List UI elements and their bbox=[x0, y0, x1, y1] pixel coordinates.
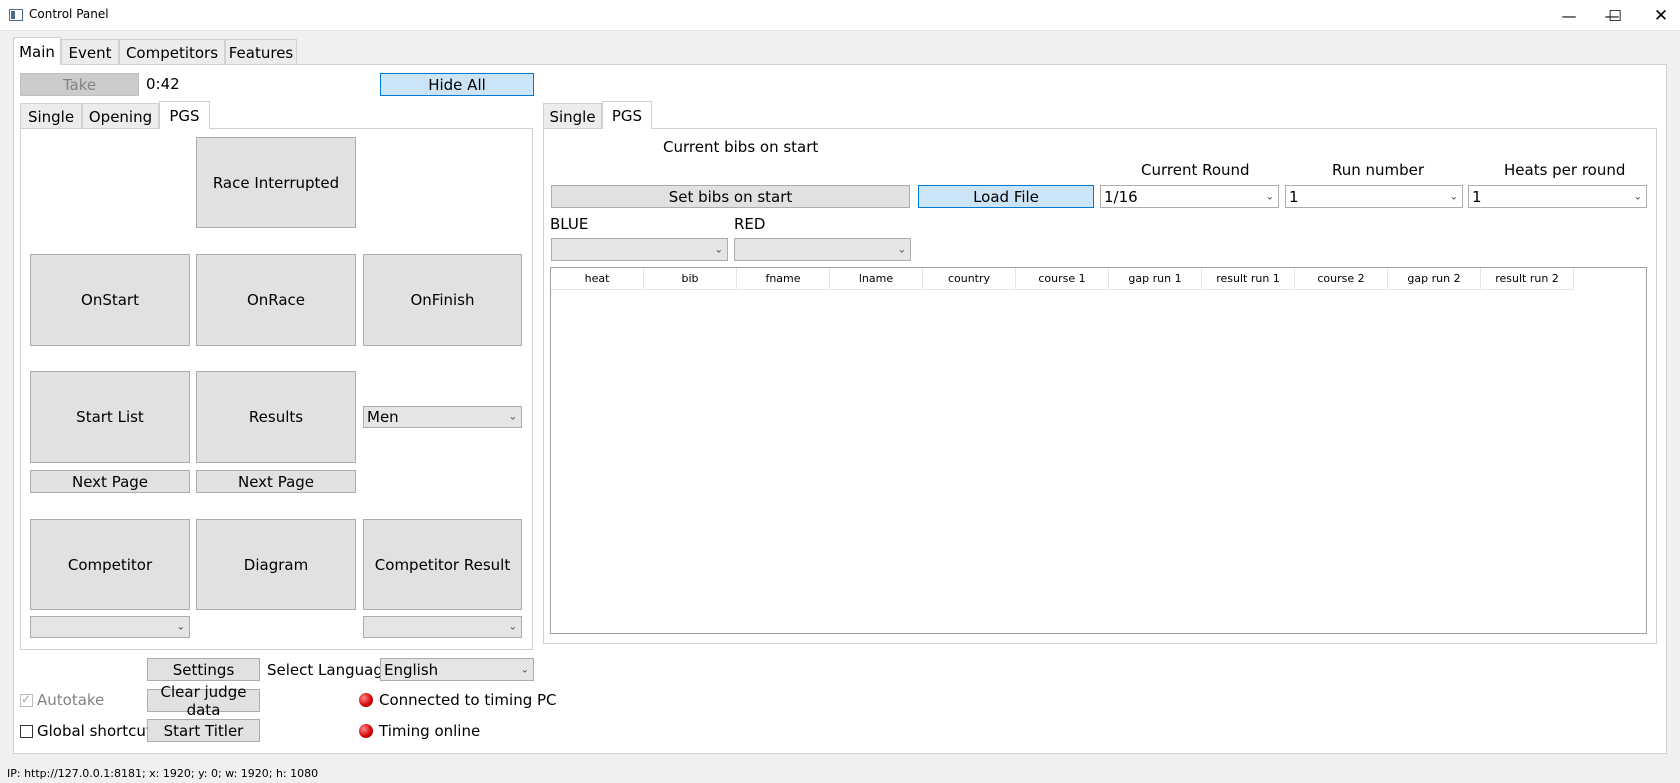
competitors-table[interactable]: heat bib fname lname country course 1 ga… bbox=[550, 267, 1647, 634]
timing-online-status-indicator bbox=[359, 724, 373, 738]
timer-display: 0:42 bbox=[146, 75, 180, 93]
current-bibs-label: Current bibs on start bbox=[663, 138, 819, 156]
blue-select[interactable]: ⌄ bbox=[551, 238, 728, 261]
competitor-result-button[interactable]: Competitor Result bbox=[363, 519, 522, 610]
run-number-select[interactable]: 1 ⌄ bbox=[1285, 185, 1463, 208]
column-header-gap-run-2[interactable]: gap run 2 bbox=[1388, 268, 1481, 290]
chevron-down-icon: ⌄ bbox=[897, 244, 906, 255]
column-header-lname[interactable]: lname bbox=[830, 268, 923, 290]
chevron-down-icon: ⌄ bbox=[520, 664, 529, 675]
close-button[interactable]: ✕ bbox=[1638, 0, 1680, 31]
chevron-down-icon: ⌄ bbox=[1449, 191, 1458, 202]
column-header-fname[interactable]: fname bbox=[737, 268, 830, 290]
minimize-button-area[interactable]: — bbox=[1546, 0, 1592, 31]
tab-main[interactable]: Main bbox=[13, 37, 61, 65]
title-bar: Control Panel — bbox=[0, 0, 1680, 31]
app-icon bbox=[9, 9, 23, 21]
tab-features[interactable]: Features bbox=[225, 39, 297, 65]
chevron-down-icon: ⌄ bbox=[176, 621, 185, 633]
gender-select[interactable]: Men ⌄ bbox=[363, 406, 522, 428]
red-select[interactable]: ⌄ bbox=[734, 238, 911, 261]
timing-pc-status-indicator bbox=[359, 693, 373, 707]
set-bibs-on-start-button[interactable]: Set bibs on start bbox=[551, 185, 910, 208]
competitor-select[interactable]: ⌄ bbox=[30, 616, 190, 638]
current-round-select[interactable]: 1/16 ⌄ bbox=[1100, 185, 1279, 208]
competitor-result-select[interactable]: ⌄ bbox=[363, 616, 522, 638]
column-header-result-run-1[interactable]: result run 1 bbox=[1202, 268, 1295, 290]
results-button[interactable]: Results bbox=[196, 371, 356, 463]
current-round-label: Current Round bbox=[1141, 161, 1250, 179]
column-header-result-run-2[interactable]: result run 2 bbox=[1481, 268, 1574, 290]
next-page-start-list-button[interactable]: Next Page bbox=[30, 470, 190, 493]
blue-label: BLUE bbox=[550, 215, 589, 233]
heats-per-round-select[interactable]: 1 ⌄ bbox=[1468, 185, 1647, 208]
maximize-icon: ☐ bbox=[1608, 6, 1622, 25]
minimize-icon-glyph: — bbox=[1561, 6, 1577, 25]
column-header-course-1[interactable]: course 1 bbox=[1016, 268, 1109, 290]
take-button[interactable]: Take bbox=[20, 73, 139, 96]
global-shortcut-checkbox[interactable] bbox=[20, 725, 33, 738]
tab-left-single[interactable]: Single bbox=[20, 103, 82, 129]
chevron-down-icon: ⌄ bbox=[1265, 191, 1274, 202]
column-header-country[interactable]: country bbox=[923, 268, 1016, 290]
on-finish-button[interactable]: OnFinish bbox=[363, 254, 522, 346]
tab-right-pgs[interactable]: PGS bbox=[602, 101, 652, 129]
gender-select-value: Men bbox=[367, 408, 399, 426]
tab-event[interactable]: Event bbox=[61, 39, 119, 65]
next-page-results-button[interactable]: Next Page bbox=[196, 470, 356, 493]
tab-left-opening[interactable]: Opening bbox=[82, 103, 159, 129]
tab-competitors[interactable]: Competitors bbox=[119, 39, 225, 65]
chevron-down-icon: ⌄ bbox=[1633, 191, 1642, 202]
heats-per-round-value: 1 bbox=[1472, 187, 1482, 206]
current-round-value: 1/16 bbox=[1104, 187, 1138, 206]
race-interrupted-button[interactable]: Race Interrupted bbox=[196, 137, 356, 228]
run-number-label: Run number bbox=[1332, 161, 1425, 179]
tab-left-pgs[interactable]: PGS bbox=[159, 101, 210, 129]
autotake-label: Autotake bbox=[37, 691, 105, 709]
hide-all-button[interactable]: Hide All bbox=[380, 73, 534, 96]
status-bar: IP: http://127.0.0.1:8181; x: 1920; y: 0… bbox=[0, 764, 1680, 783]
run-number-value: 1 bbox=[1289, 187, 1299, 206]
on-start-button[interactable]: OnStart bbox=[30, 254, 190, 346]
language-select-value: English bbox=[384, 660, 439, 679]
column-header-gap-run-1[interactable]: gap run 1 bbox=[1109, 268, 1202, 290]
global-shortcut-label: Global shortcut bbox=[37, 722, 152, 740]
select-language-label: Select Language bbox=[267, 661, 393, 679]
on-race-button[interactable]: OnRace bbox=[196, 254, 356, 346]
connected-to-timing-label: Connected to timing PC bbox=[379, 691, 557, 709]
load-file-button[interactable]: Load File bbox=[918, 185, 1094, 208]
autotake-checkbox[interactable] bbox=[20, 692, 33, 707]
settings-button[interactable]: Settings bbox=[147, 658, 260, 681]
chevron-down-icon: ⌄ bbox=[508, 411, 517, 423]
tab-right-single[interactable]: Single bbox=[543, 103, 602, 129]
heats-per-round-label: Heats per round bbox=[1504, 161, 1626, 179]
status-bar-text: IP: http://127.0.0.1:8181; x: 1920; y: 0… bbox=[7, 767, 319, 780]
competitor-button[interactable]: Competitor bbox=[30, 519, 190, 610]
timing-online-label: Timing online bbox=[379, 722, 481, 740]
chevron-down-icon: ⌄ bbox=[508, 621, 517, 633]
diagram-button[interactable]: Diagram bbox=[196, 519, 356, 610]
column-header-bib[interactable]: bib bbox=[644, 268, 737, 290]
start-titler-button[interactable]: Start Titler bbox=[147, 719, 260, 742]
language-select[interactable]: English ⌄ bbox=[380, 658, 534, 681]
maximize-button[interactable]: ☐ bbox=[1592, 0, 1638, 31]
chevron-down-icon: ⌄ bbox=[714, 244, 723, 255]
red-label: RED bbox=[734, 215, 766, 233]
clear-judge-data-button[interactable]: Clear judge data bbox=[147, 683, 260, 719]
close-icon: ✕ bbox=[1653, 5, 1669, 26]
column-header-course-2[interactable]: course 2 bbox=[1295, 268, 1388, 290]
column-header-heat[interactable]: heat bbox=[551, 268, 644, 290]
start-list-button[interactable]: Start List bbox=[30, 371, 190, 463]
window-title: Control Panel bbox=[29, 7, 109, 21]
